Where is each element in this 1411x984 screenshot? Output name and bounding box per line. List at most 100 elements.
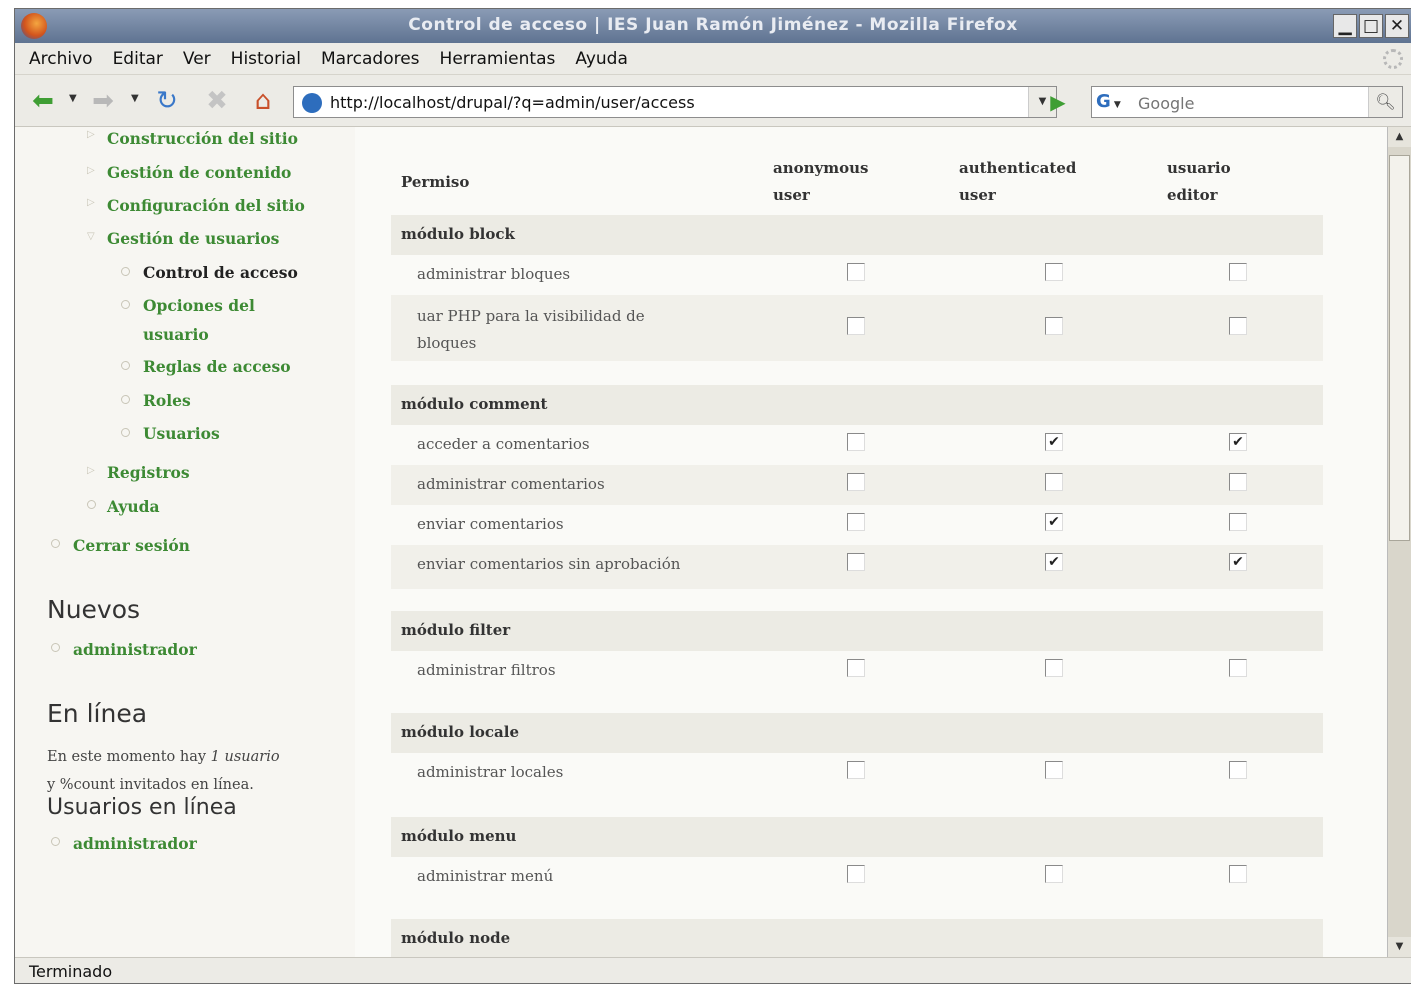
permission-checkbox[interactable] (847, 473, 865, 491)
permission-checkbox[interactable] (1229, 317, 1247, 335)
sidebar-item-usuarios[interactable]: Usuarios (143, 424, 220, 443)
header-authenticated-line2: user (959, 186, 996, 204)
menu-editar[interactable]: Editar (113, 49, 163, 69)
menu-archivo[interactable]: Archivo (29, 49, 93, 69)
permiso-column-header: Permiso (401, 173, 470, 191)
sidebar-item-registros[interactable]: Registros (107, 463, 190, 482)
module-name: módulo comment (401, 395, 548, 413)
back-history-dropdown-icon[interactable]: ▼ (69, 93, 77, 104)
search-bar: G ▼ 🔍︎ (1091, 86, 1403, 118)
menu-historial[interactable]: Historial (231, 49, 301, 69)
sidebar-item-reglas[interactable]: Reglas de acceso (143, 357, 291, 376)
bullet-icon (121, 361, 130, 370)
permission-checkbox[interactable] (1229, 659, 1247, 677)
module-name: módulo block (401, 225, 515, 243)
sidebar-item-roles[interactable]: Roles (143, 391, 191, 410)
permission-label: administrar filtros (417, 661, 556, 679)
url-bar[interactable]: http://localhost/drupal/?q=admin/user/ac… (293, 86, 1057, 118)
sidebar-item-configuracion[interactable]: Configuración del sitio (107, 196, 305, 215)
sidebar-item-construccion[interactable]: Construcción del sitio (107, 129, 298, 148)
bullet-icon (121, 300, 130, 309)
permission-checkbox[interactable] (1229, 513, 1247, 531)
permission-checkbox[interactable]: ✔ (1045, 513, 1063, 531)
menu-ayuda[interactable]: Ayuda (575, 49, 628, 69)
sidebar-item-control-acceso[interactable]: Control de acceso (143, 263, 298, 282)
nuevos-heading: Nuevos (47, 595, 141, 624)
scroll-down-arrow-icon[interactable]: ▼ (1388, 937, 1411, 957)
menu-bar: Archivo Editar Ver Historial Marcadores … (15, 43, 1411, 75)
online-status-text: En este momento hay 1 usuario y %count i… (47, 743, 280, 799)
reload-icon[interactable]: ↻ (149, 85, 185, 117)
menu-ver[interactable]: Ver (183, 49, 211, 69)
en-linea-heading: En línea (47, 699, 148, 728)
vertical-scrollbar[interactable]: ▲ ▼ (1387, 127, 1411, 957)
permission-label: administrar menú (417, 867, 554, 885)
module-row-filter: módulo filter (391, 611, 1323, 651)
permission-checkbox[interactable] (1045, 263, 1063, 281)
permission-checkbox[interactable] (847, 433, 865, 451)
new-user-link[interactable]: administrador (73, 640, 197, 659)
status-bar: Terminado (15, 957, 1411, 983)
permission-checkbox[interactable] (1229, 761, 1247, 779)
permission-checkbox[interactable] (847, 865, 865, 883)
scroll-thumb[interactable] (1389, 155, 1410, 541)
stop-icon[interactable]: ✖ (199, 85, 235, 117)
permission-checkbox[interactable]: ✔ (1229, 553, 1247, 571)
sidebar-item-ayuda[interactable]: Ayuda (107, 497, 160, 516)
sidebar-item-usuarios-gestion[interactable]: Gestión de usuarios (107, 229, 279, 248)
menu-herramientas[interactable]: Herramientas (440, 49, 556, 69)
forward-arrow-icon[interactable]: ➡ (85, 85, 121, 117)
module-row-menu: módulo menu (391, 817, 1323, 857)
bullet-icon (87, 500, 96, 509)
go-arrow-icon[interactable]: ▶ (1045, 89, 1071, 115)
bullet-icon (121, 395, 130, 404)
permission-checkbox[interactable]: ✔ (1045, 553, 1063, 571)
bullet-icon (51, 643, 60, 652)
logout-link[interactable]: Cerrar sesión (73, 536, 190, 555)
permission-checkbox[interactable] (1045, 659, 1063, 677)
permission-checkbox[interactable] (1229, 263, 1247, 281)
permission-checkbox[interactable] (1045, 317, 1063, 335)
home-icon[interactable]: ⌂ (245, 85, 281, 117)
bullet-icon (121, 267, 130, 276)
permission-checkbox[interactable] (1045, 473, 1063, 491)
usuarios-en-linea-heading: Usuarios en línea (47, 795, 237, 820)
collapsed-triangle-icon: ▷ (87, 165, 95, 176)
magnifier-icon[interactable]: 🔍︎ (1368, 87, 1402, 117)
sidebar-item-contenido[interactable]: Gestión de contenido (107, 163, 291, 182)
permission-label: acceder a comentarios (417, 435, 590, 453)
sidebar-item-opciones[interactable]: Opciones del (143, 296, 255, 315)
search-input[interactable] (1138, 91, 1358, 115)
window-title: Control de acceso | IES Juan Ramón Jimén… (408, 15, 1018, 35)
permission-checkbox[interactable]: ✔ (1045, 433, 1063, 451)
online-text-line1: En este momento hay (47, 749, 207, 765)
permission-checkbox[interactable] (1045, 761, 1063, 779)
maximize-button[interactable]: □ (1359, 14, 1383, 38)
close-button[interactable]: ✕ (1385, 14, 1409, 38)
forward-history-dropdown-icon[interactable]: ▼ (131, 93, 139, 104)
sidebar-item-opciones-cont[interactable]: usuario (143, 325, 209, 344)
permission-checkbox[interactable] (847, 317, 865, 335)
menu-marcadores[interactable]: Marcadores (321, 49, 420, 69)
permission-checkbox[interactable] (1045, 865, 1063, 883)
permission-label: administrar locales (417, 763, 564, 781)
permission-checkbox[interactable] (847, 553, 865, 571)
search-engine-icon[interactable]: G ▼ (1096, 91, 1132, 115)
permission-checkbox[interactable] (847, 263, 865, 281)
permission-checkbox[interactable]: ✔ (1229, 433, 1247, 451)
title-bar: Control de acceso | IES Juan Ramón Jimén… (15, 9, 1411, 43)
permission-checkbox[interactable] (847, 761, 865, 779)
permission-checkbox[interactable] (1229, 865, 1247, 883)
url-text[interactable]: http://localhost/drupal/?q=admin/user/ac… (330, 93, 695, 112)
activity-throbber-icon (1383, 49, 1403, 69)
back-arrow-icon[interactable]: ⬅ (25, 85, 61, 117)
permission-checkbox[interactable] (847, 659, 865, 677)
navigation-toolbar: ⬅ ▼ ➡ ▼ ↻ ✖ ⌂ http://localhost/drupal/?q… (15, 75, 1411, 127)
online-count: 1 usuario (210, 749, 280, 765)
permission-checkbox[interactable] (1229, 473, 1247, 491)
header-anonymous-line1: anonymous (773, 159, 869, 177)
minimize-button[interactable]: ▁ (1333, 14, 1357, 38)
scroll-up-arrow-icon[interactable]: ▲ (1388, 127, 1411, 147)
online-user-link[interactable]: administrador (73, 834, 197, 853)
permission-checkbox[interactable] (847, 513, 865, 531)
